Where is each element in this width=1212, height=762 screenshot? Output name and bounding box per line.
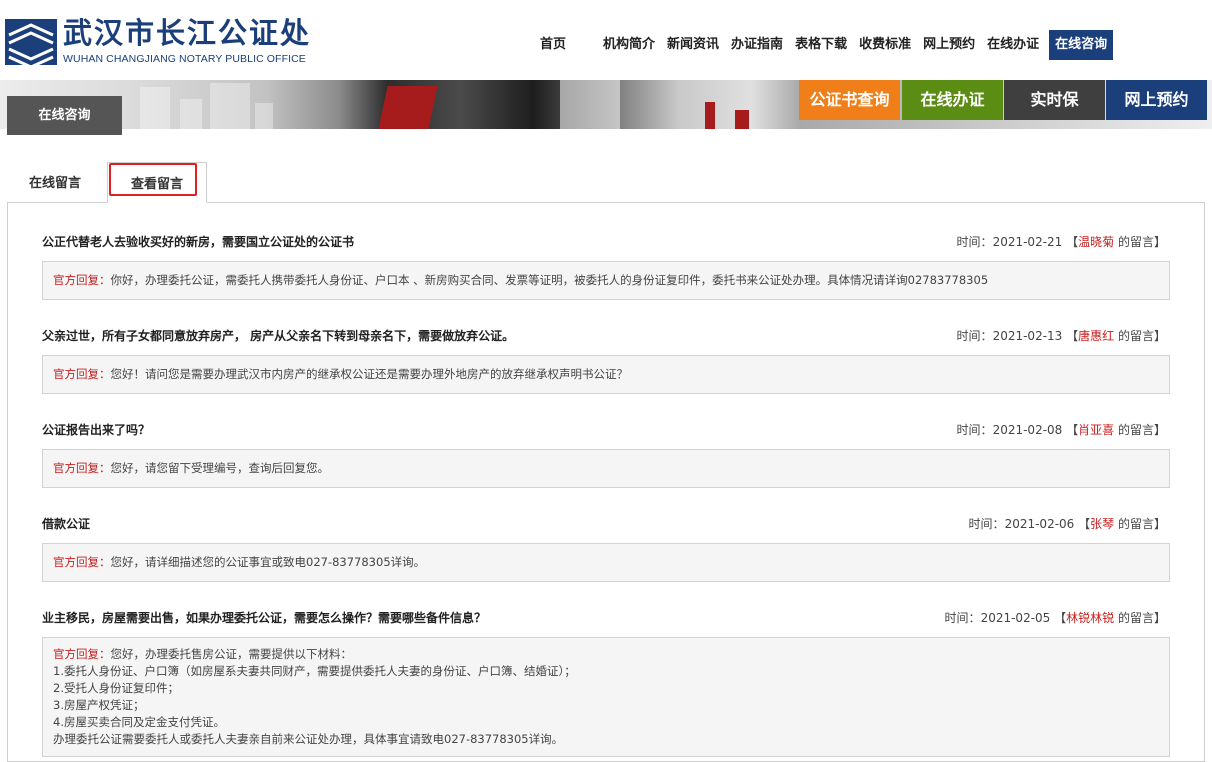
message-meta: 时间：2021-02-08 【肖亚喜 的留言】 — [956, 423, 1166, 437]
message-title: 业主移民，房屋需要出售，如果办理委托公证，需要怎么操作？需要哪些备件信息？ — [42, 611, 487, 625]
nav-item-fees[interactable]: 收费标准 — [853, 30, 917, 60]
message-item: 公正代替老人去验收买好的新房，需要国立公证处的公证书 时间：2021-02-21… — [42, 233, 1170, 300]
reply-line: 3.房屋产权凭证； — [53, 698, 145, 712]
message-item: 公证报告出来了吗？ 时间：2021-02-08 【肖亚喜 的留言】 官方回复：您… — [42, 421, 1170, 488]
nav-item-forms[interactable]: 表格下载 — [789, 30, 853, 60]
quick-link-booking[interactable]: 网上预约 — [1106, 80, 1207, 120]
tab-view-messages[interactable]: 查看留言 — [107, 162, 207, 203]
official-reply: 官方回复：您好！请问您是需要办理武汉市内房产的继承权公证还是需要办理外地房产的放… — [42, 355, 1170, 394]
main-nav: 首页 机构简介 新闻资讯 办证指南 表格下载 收费标准 网上预约 在线办证 在线… — [534, 30, 1114, 60]
message-meta: 时间：2021-02-06 【张琴 的留言】 — [968, 517, 1166, 531]
message-author: 温晓菊 — [1078, 235, 1115, 249]
nav-item-home[interactable]: 首页 — [534, 30, 572, 60]
nav-item-news[interactable]: 新闻资讯 — [661, 30, 725, 60]
official-reply: 官方回复：你好，办理委托公证，需委托人携带委托人身份证、户口本 、新房购买合同、… — [42, 261, 1170, 300]
nav-item-online-process[interactable]: 在线办证 — [981, 30, 1045, 60]
reply-line: 1.委托人身份证、户口簿（如房屋系夫妻共同财产，需要提供委托人夫妻的身份证、户口… — [53, 664, 576, 678]
message-title: 父亲过世，所有子女都同意放弃房产， 房产从父亲名下转到母亲名下，需要做放弃公证。 — [42, 329, 515, 343]
logo-emblem-icon — [5, 19, 57, 65]
message-title: 公正代替老人去验收买好的新房，需要国立公证处的公证书 — [42, 235, 355, 249]
reply-line: 办理委托公证需要委托人或委托人夫妻亲自前来公证处办理，具体事宜请致电027-83… — [53, 732, 564, 746]
official-reply: 官方回复：您好，办理委托售房公证，需要提供以下材料： 1.委托人身份证、户口簿（… — [42, 637, 1170, 757]
message-meta: 时间：2021-02-21 【温晓菊 的留言】 — [956, 235, 1166, 249]
quick-link-realtime-protect[interactable]: 实时保 — [1004, 80, 1105, 120]
nav-item-guide[interactable]: 办证指南 — [725, 30, 789, 60]
message-meta: 时间：2021-02-05 【林锐林锐 的留言】 — [944, 611, 1166, 625]
message-item: 业主移民，房屋需要出售，如果办理委托公证，需要怎么操作？需要哪些备件信息？ 时间… — [42, 609, 1170, 757]
official-reply: 官方回复：您好，请详细描述您的公证事宜或致电027-83778305详询。 — [42, 543, 1170, 582]
quick-link-certificate-query[interactable]: 公证书查询 — [799, 80, 900, 120]
reply-line: 4.房屋买卖合同及定金支付凭证。 — [53, 715, 225, 729]
message-author: 唐惠红 — [1078, 329, 1115, 343]
message-author: 张琴 — [1090, 517, 1115, 531]
nav-item-about[interactable]: 机构简介 — [597, 30, 661, 60]
logo-name-cn: 武汉市长江公证处 — [63, 16, 312, 50]
site-logo[interactable]: 武汉市长江公证处 WUHAN CHANGJIANG NOTARY PUBLIC … — [5, 15, 309, 70]
quick-link-online-process[interactable]: 在线办证 — [902, 80, 1003, 120]
reply-line: 2.受托人身份证复印件； — [53, 681, 179, 695]
tab-post-message[interactable]: 在线留言 — [7, 162, 103, 202]
message-item: 借款公证 时间：2021-02-06 【张琴 的留言】 官方回复：您好，请详细描… — [42, 515, 1170, 582]
message-item: 父亲过世，所有子女都同意放弃房产， 房产从父亲名下转到母亲名下，需要做放弃公证。… — [42, 327, 1170, 394]
nav-item-booking[interactable]: 网上预约 — [917, 30, 981, 60]
message-author: 肖亚喜 — [1078, 423, 1115, 437]
site-header: 武汉市长江公证处 WUHAN CHANGJIANG NOTARY PUBLIC … — [0, 0, 1212, 80]
breadcrumb-label: 在线咨询 — [7, 96, 122, 135]
message-title: 公证报告出来了吗？ — [42, 423, 151, 437]
logo-name-en: WUHAN CHANGJIANG NOTARY PUBLIC OFFICE — [63, 53, 306, 65]
official-reply: 官方回复：您好，请您留下受理编号，查询后回复您。 — [42, 449, 1170, 488]
nav-item-consult[interactable]: 在线咨询 — [1049, 30, 1114, 60]
message-title: 借款公证 — [42, 517, 91, 531]
message-tabs: 在线留言 查看留言 — [7, 162, 1205, 203]
message-author: 林锐林锐 — [1066, 611, 1115, 625]
message-meta: 时间：2021-02-13 【唐惠红 的留言】 — [956, 329, 1166, 343]
